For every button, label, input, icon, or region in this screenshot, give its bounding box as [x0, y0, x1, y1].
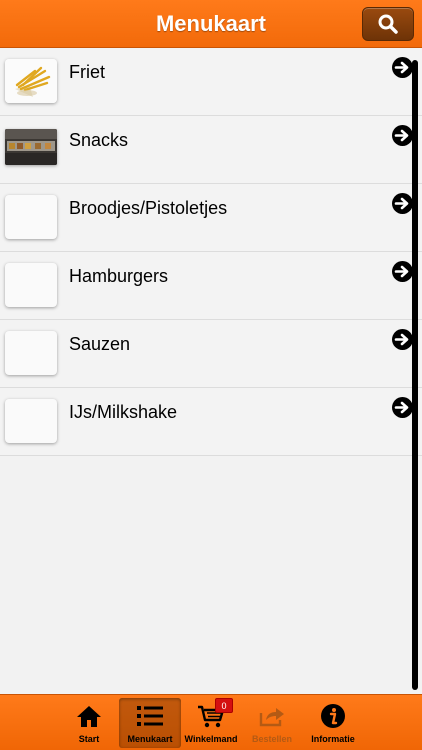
- list-item-label: Friet: [69, 62, 105, 82]
- placeholder-image: [5, 399, 57, 443]
- list-item[interactable]: Sauzen: [0, 320, 422, 388]
- placeholder-image: [5, 195, 57, 239]
- list-item[interactable]: Broodjes/Pistoletjes: [0, 184, 422, 252]
- menu-list: Friet Snacks Broodjes/Pistoletjes Hambur…: [0, 48, 422, 694]
- search-icon: [378, 14, 398, 34]
- list-icon: [137, 706, 163, 726]
- list-item-label: Snacks: [69, 130, 129, 150]
- fries-image: [5, 59, 57, 103]
- tab-informatie[interactable]: Informatie: [302, 698, 364, 748]
- list-item[interactable]: IJs/Milkshake: [0, 388, 422, 456]
- arrow-right-icon: [392, 57, 413, 78]
- scrollbar[interactable]: [412, 60, 418, 690]
- list-item[interactable]: Friet: [0, 48, 422, 116]
- search-button[interactable]: [362, 7, 414, 41]
- cart-count-badge: 0: [215, 698, 233, 713]
- share-icon: [259, 708, 284, 727]
- arrow-right-icon: [392, 193, 413, 214]
- arrow-right-icon: [392, 125, 413, 146]
- tab-bar: Start Menukaart 0 Winkelmand Bestellen I…: [0, 694, 422, 750]
- list-item[interactable]: Hamburgers: [0, 252, 422, 320]
- home-icon: [77, 706, 101, 727]
- page-title: Menukaart: [155, 11, 267, 36]
- list-item-label: IJs/Milkshake: [69, 402, 178, 422]
- tab-winkelmand[interactable]: 0 Winkelmand: [180, 698, 242, 748]
- placeholder-image: [5, 331, 57, 375]
- placeholder-image: [5, 263, 57, 307]
- tab-bestellen[interactable]: Bestellen: [241, 698, 303, 748]
- app-header: Menukaart: [0, 0, 422, 48]
- list-item[interactable]: Snacks: [0, 116, 422, 184]
- list-item-label: Broodjes/Pistoletjes: [69, 198, 228, 218]
- tab-start[interactable]: Start: [58, 698, 120, 748]
- info-icon: [321, 704, 345, 728]
- arrow-right-icon: [392, 329, 413, 350]
- arrow-right-icon: [392, 397, 413, 418]
- list-item-label: Sauzen: [69, 334, 131, 354]
- tab-label: Informatie: [311, 734, 355, 744]
- snacks-image: [5, 129, 57, 165]
- arrow-right-icon: [392, 261, 413, 282]
- tab-menukaart[interactable]: Menukaart: [119, 698, 181, 748]
- list-item-label: Hamburgers: [69, 266, 169, 286]
